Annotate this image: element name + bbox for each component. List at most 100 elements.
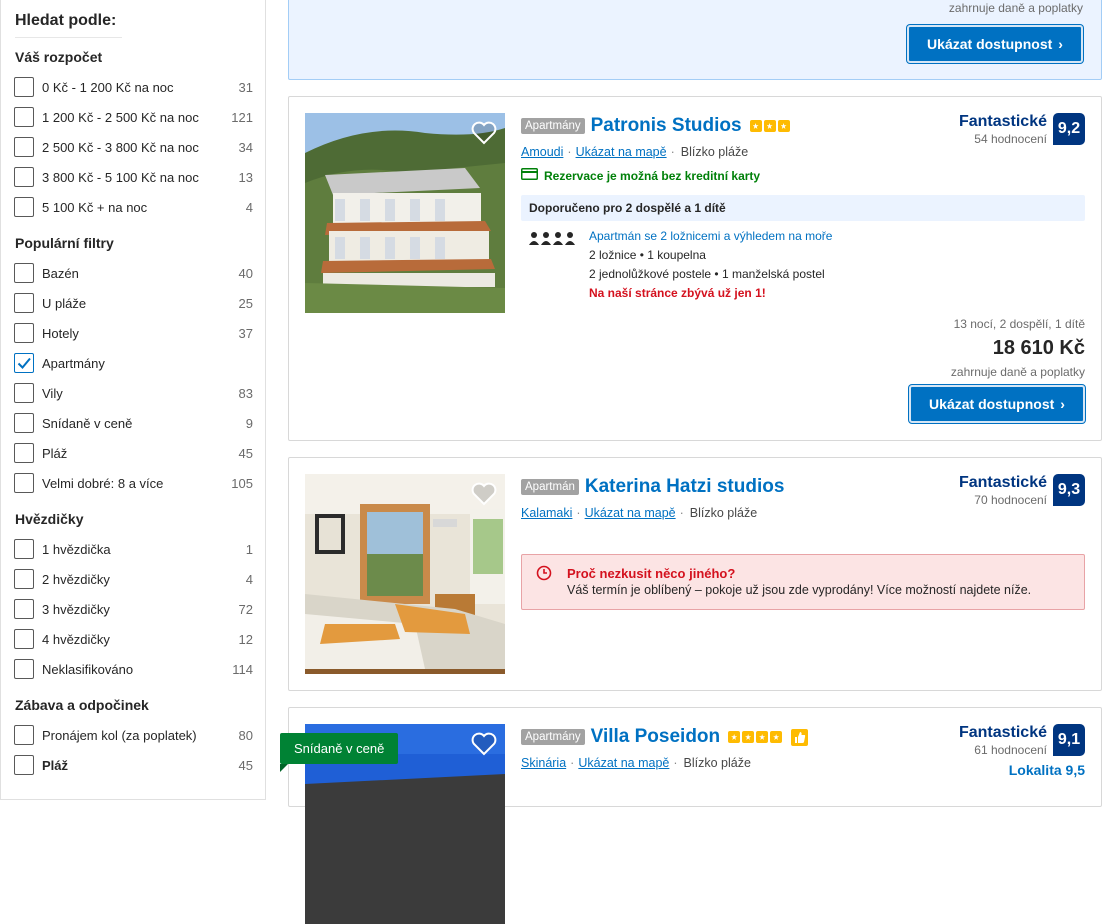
filter-checkbox[interactable] bbox=[14, 293, 34, 313]
button-label: Ukázat dostupnost bbox=[927, 36, 1053, 52]
show-availability-button[interactable]: Ukázat dostupnost › bbox=[907, 25, 1083, 63]
show-on-map-link[interactable]: Ukázat na mapě bbox=[585, 506, 676, 520]
filter-count: 37 bbox=[238, 325, 253, 341]
filter-option[interactable]: 1 200 Kč - 2 500 Kč na noc 121 bbox=[1, 102, 265, 132]
filter-option[interactable]: 0 Kč - 1 200 Kč na noc 31 bbox=[1, 72, 265, 102]
filter-groups: Váš rozpočet 0 Kč - 1 200 Kč na noc 31 1 20… bbox=[1, 46, 265, 780]
location-link[interactable]: Kalamaki bbox=[521, 506, 572, 520]
filter-sidebar: Hledat podle: Váš rozpočet 0 Kč - 1 200 K… bbox=[0, 0, 266, 800]
alert-title: Proč nezkusit něco jiného? bbox=[567, 566, 736, 581]
filter-checkbox[interactable] bbox=[14, 569, 34, 589]
property-type-badge: Apartmány bbox=[521, 118, 585, 134]
show-on-map-link[interactable]: Ukázat na mapě bbox=[578, 756, 669, 770]
filter-label: Pláž bbox=[42, 757, 69, 773]
filter-option[interactable]: Apartmány bbox=[1, 348, 265, 378]
filter-checkbox[interactable] bbox=[14, 137, 34, 157]
filter-option[interactable]: Bazén 40 bbox=[1, 258, 265, 288]
filter-label: 2 hvězdičky bbox=[42, 571, 110, 587]
property-photo[interactable] bbox=[305, 474, 505, 674]
location-link[interactable]: Skinária bbox=[521, 756, 566, 770]
filter-count: 34 bbox=[238, 139, 253, 155]
filter-option[interactable]: Snídaně v ceně 9 bbox=[1, 408, 265, 438]
filter-checkbox[interactable] bbox=[14, 443, 34, 463]
property-type-badge: Apartmány bbox=[521, 729, 585, 745]
filter-option[interactable]: Pláž 45 bbox=[1, 750, 265, 780]
filter-checkbox[interactable] bbox=[14, 323, 34, 343]
property-photo[interactable] bbox=[305, 113, 505, 313]
review-score[interactable]: Fantastické 61 hodnocení 9,1 bbox=[959, 724, 1085, 757]
filter-count: 12 bbox=[238, 631, 253, 647]
review-score[interactable]: Fantastické 54 hodnocení 9,2 bbox=[959, 113, 1085, 146]
beach-note: Blízko pláže bbox=[689, 506, 758, 520]
star-rating bbox=[728, 731, 783, 743]
property-type-badge: Apartmán bbox=[521, 479, 579, 495]
filter-checkbox[interactable] bbox=[14, 167, 34, 187]
filter-option[interactable]: 2 500 Kč - 3 800 Kč na noc 34 bbox=[1, 132, 265, 162]
property-name-link[interactable]: Villa Poseidon bbox=[591, 726, 721, 748]
filter-label: Vily bbox=[42, 385, 63, 401]
filter-checkbox[interactable] bbox=[14, 383, 34, 403]
filter-option[interactable]: Pronájem kol (za poplatek) 80 bbox=[1, 720, 265, 750]
filter-checkbox[interactable] bbox=[14, 755, 34, 775]
filter-option[interactable]: 5 100 Kč + na noc 4 bbox=[1, 192, 265, 222]
breakfast-included-badge: Snídaně v ceně bbox=[280, 733, 399, 772]
property-info: Apartmány Villa Poseidon Skinária · Ukáz… bbox=[521, 726, 809, 770]
filter-count: 121 bbox=[231, 109, 253, 125]
filter-checkbox[interactable] bbox=[14, 539, 34, 559]
rating-label: Fantastické bbox=[958, 724, 1047, 741]
filter-label: 4 hvězdičky bbox=[42, 631, 110, 647]
filter-checkbox[interactable] bbox=[14, 77, 34, 97]
filter-checkbox[interactable] bbox=[14, 599, 34, 619]
property-name-link[interactable]: Patronis Studios bbox=[591, 115, 742, 137]
thumbs-up-icon bbox=[791, 728, 809, 746]
property-name-link[interactable]: Katerina Hatzi studios bbox=[585, 476, 785, 498]
filter-count: 105 bbox=[231, 475, 253, 491]
filter-count: 80 bbox=[238, 727, 253, 743]
filter-checkbox[interactable] bbox=[14, 197, 34, 217]
occupancy-icon bbox=[529, 232, 589, 300]
filter-option[interactable]: Velmi dobré: 8 a více 105 bbox=[1, 468, 265, 498]
filter-option[interactable]: 1 hvězdička 1 bbox=[1, 534, 265, 564]
star-icon bbox=[742, 731, 755, 743]
chevron-right-icon: › bbox=[1060, 396, 1065, 412]
filter-option[interactable]: U pláže 25 bbox=[1, 288, 265, 318]
filter-checkbox[interactable] bbox=[14, 107, 34, 127]
score-badge: 9,3 bbox=[1053, 474, 1085, 506]
credit-card-icon bbox=[521, 168, 538, 183]
location-link[interactable]: Amoudi bbox=[521, 145, 563, 159]
filter-label: Bazén bbox=[42, 265, 79, 281]
filter-checkbox[interactable] bbox=[14, 263, 34, 283]
filter-count: 72 bbox=[238, 601, 253, 617]
review-score[interactable]: Fantastické 70 hodnocení 9,3 bbox=[959, 474, 1085, 507]
heart-icon[interactable] bbox=[471, 482, 497, 511]
heart-icon[interactable] bbox=[471, 732, 497, 761]
filter-group-title: Váš rozpočet bbox=[15, 49, 103, 65]
filter-option[interactable]: 2 hvězdičky 4 bbox=[1, 564, 265, 594]
room-details: 2 ložnice • 1 koupelna bbox=[589, 248, 706, 262]
score-badge: 9,1 bbox=[1053, 724, 1085, 756]
score-badge: 9,2 bbox=[1053, 113, 1085, 145]
tax-note: zahrnuje daně a poplatky bbox=[948, 1, 1083, 15]
filter-option[interactable]: Hotely 37 bbox=[1, 318, 265, 348]
heart-icon[interactable] bbox=[471, 121, 497, 150]
filter-checkbox[interactable] bbox=[14, 413, 34, 433]
filter-checkbox[interactable] bbox=[14, 353, 34, 373]
filter-option[interactable]: 3 800 Kč - 5 100 Kč na noc 13 bbox=[1, 162, 265, 192]
filter-option[interactable]: Neklasifikováno 114 bbox=[1, 654, 265, 684]
review-count: 61 hodnocení bbox=[974, 743, 1047, 757]
price-block: 13 nocí, 2 dospělí, 1 dítě 18 610 Kč zah… bbox=[951, 317, 1085, 379]
filter-option[interactable]: 4 hvězdičky 12 bbox=[1, 624, 265, 654]
filter-label: 3 800 Kč - 5 100 Kč na noc bbox=[42, 169, 199, 185]
filter-checkbox[interactable] bbox=[14, 473, 34, 493]
filter-label: Velmi dobré: 8 a více bbox=[42, 475, 164, 491]
room-name-link[interactable]: Apartmán se 2 ložnicemi a výhledem na mo… bbox=[589, 229, 832, 243]
filter-checkbox[interactable] bbox=[14, 725, 34, 745]
filter-checkbox[interactable] bbox=[14, 659, 34, 679]
show-on-map-link[interactable]: Ukázat na mapě bbox=[576, 145, 667, 159]
filter-option[interactable]: 3 hvězdičky 72 bbox=[1, 594, 265, 624]
filter-label: U pláže bbox=[42, 295, 87, 311]
show-availability-button[interactable]: Ukázat dostupnost › bbox=[909, 385, 1085, 423]
filter-option[interactable]: Pláž 45 bbox=[1, 438, 265, 468]
filter-option[interactable]: Vily 83 bbox=[1, 378, 265, 408]
filter-checkbox[interactable] bbox=[14, 629, 34, 649]
